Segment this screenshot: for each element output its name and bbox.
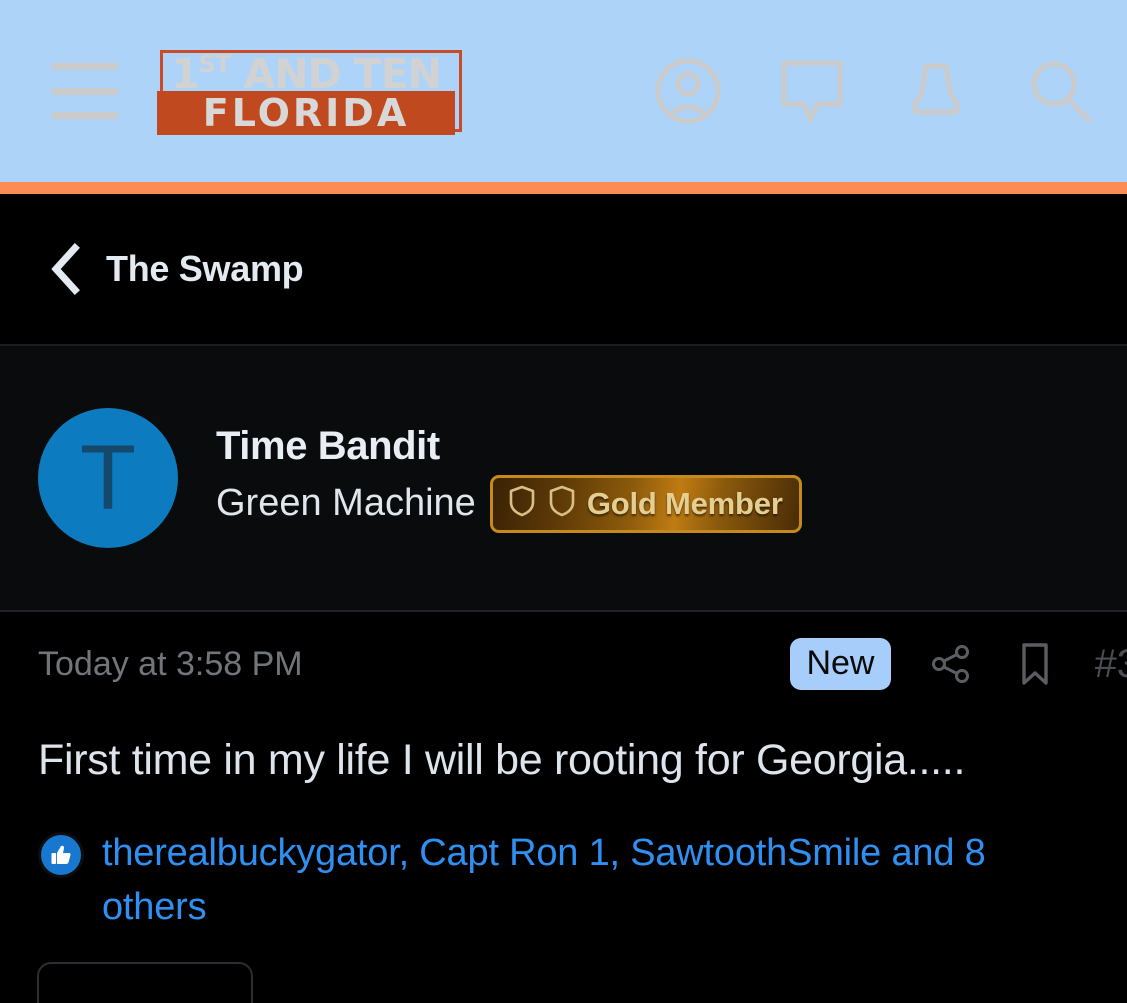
post-action-row <box>0 934 1127 1003</box>
post: Today at 3:58 PM New # First time in my … <box>0 612 1127 1003</box>
thumbs-up-icon <box>38 832 84 878</box>
site-logo[interactable]: 1ST AND TEN FLORIDA <box>157 50 462 135</box>
avatar-initial: T <box>79 427 137 529</box>
logo-line-two: FLORIDA <box>157 91 455 135</box>
page-title[interactable]: The Swamp <box>106 248 304 290</box>
post-author-header: T Time Bandit Green Machine Gold Member <box>0 346 1127 612</box>
hamburger-menu-icon[interactable] <box>52 63 118 119</box>
reply-button[interactable] <box>37 962 253 1003</box>
shield-icon <box>507 484 537 523</box>
notifications-bell-icon[interactable] <box>899 54 973 128</box>
hamburger-bar <box>52 112 118 119</box>
hamburger-bar <box>52 87 118 95</box>
author-name[interactable]: Time Bandit <box>216 424 802 469</box>
post-actions: New #3 <box>790 638 1127 690</box>
app-screen: 1ST AND TEN FLORIDA The Swamp T Time Ban… <box>0 0 1127 1003</box>
site-header: 1ST AND TEN FLORIDA <box>0 0 1127 182</box>
chevron-left-icon[interactable] <box>48 243 82 295</box>
post-timestamp: Today at 3:58 PM <box>38 644 303 683</box>
post-message: First time in my life I will be rooting … <box>38 736 966 784</box>
shield-icon <box>547 484 577 523</box>
reaction-users[interactable]: therealbuckygator, Capt Ron 1, SawtoothS… <box>102 826 1087 934</box>
new-badge[interactable]: New <box>790 638 891 690</box>
avatar[interactable]: T <box>38 408 178 548</box>
logo-ordinal-suffix: ST <box>198 50 232 78</box>
post-reactions: therealbuckygator, Capt Ron 1, SawtoothS… <box>0 788 1127 934</box>
search-icon[interactable] <box>1023 54 1097 128</box>
author-meta: Time Bandit Green Machine Gold Member <box>216 424 802 533</box>
bookmark-icon[interactable] <box>1011 640 1059 688</box>
author-subline: Green Machine Gold Member <box>216 474 802 533</box>
messages-icon[interactable] <box>775 54 849 128</box>
account-icon[interactable] <box>651 54 725 128</box>
accent-divider <box>0 182 1127 194</box>
post-meta-row: Today at 3:58 PM New # <box>0 612 1127 716</box>
author-title: Green Machine <box>216 482 476 524</box>
status-badge[interactable]: Gold Member <box>489 474 802 533</box>
breadcrumb-bar: The Swamp <box>0 194 1127 346</box>
hamburger-bar <box>52 63 118 70</box>
share-icon[interactable] <box>927 640 975 688</box>
status-badge-label: Gold Member <box>586 485 783 521</box>
header-icon-group <box>651 54 1127 128</box>
post-number[interactable]: #3 <box>1095 642 1127 687</box>
